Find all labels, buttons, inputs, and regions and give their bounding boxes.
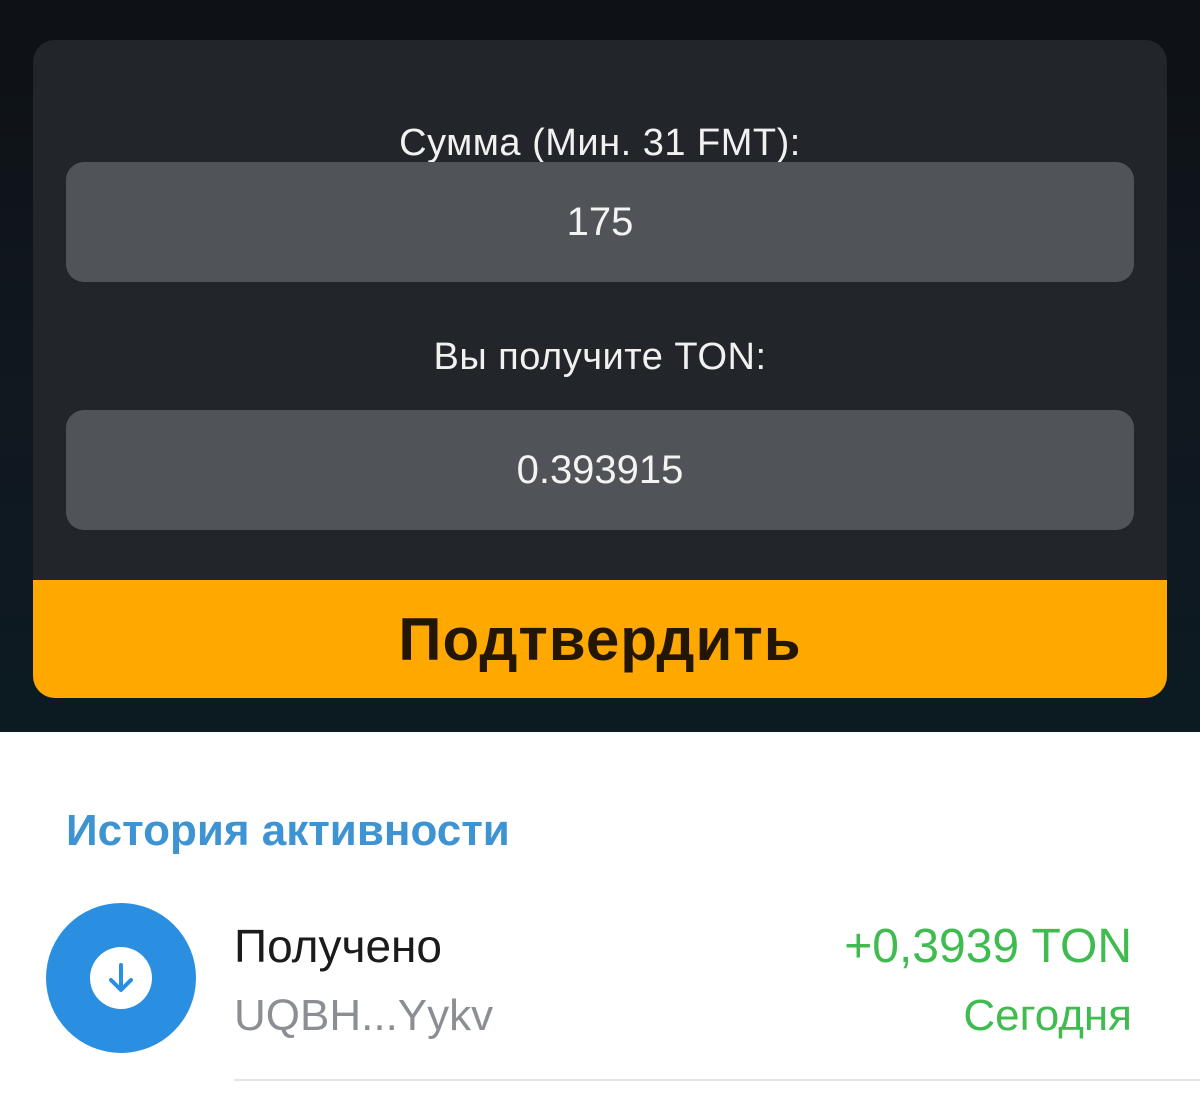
transaction-address: UQBH...Yykv: [234, 991, 494, 1040]
confirm-button[interactable]: Подтвердить: [33, 580, 1167, 698]
arrow-down-icon: [90, 947, 152, 1009]
exchange-form-card: Сумма (Мин. 31 FMT): 175 Вы получите TON…: [33, 40, 1167, 698]
history-title: История активности: [66, 806, 510, 855]
transaction-title: Получено: [234, 920, 443, 972]
transaction-avatar: [46, 903, 196, 1053]
receive-output-field[interactable]: 0.393915: [66, 410, 1134, 530]
transaction-date: Сегодня: [963, 991, 1132, 1040]
divider: [234, 1079, 1200, 1081]
amount-label: Сумма (Мин. 31 FMT):: [399, 122, 801, 164]
amount-input[interactable]: 175: [66, 162, 1134, 282]
receive-label: Вы получите TON:: [433, 336, 767, 378]
exchange-panel-background: Сумма (Мин. 31 FMT): 175 Вы получите TON…: [0, 0, 1200, 732]
transaction-amount: +0,3939 TON: [844, 920, 1132, 973]
transaction-row[interactable]: Получено UQBH...Yykv +0,3939 TON Сегодня: [0, 895, 1200, 1081]
